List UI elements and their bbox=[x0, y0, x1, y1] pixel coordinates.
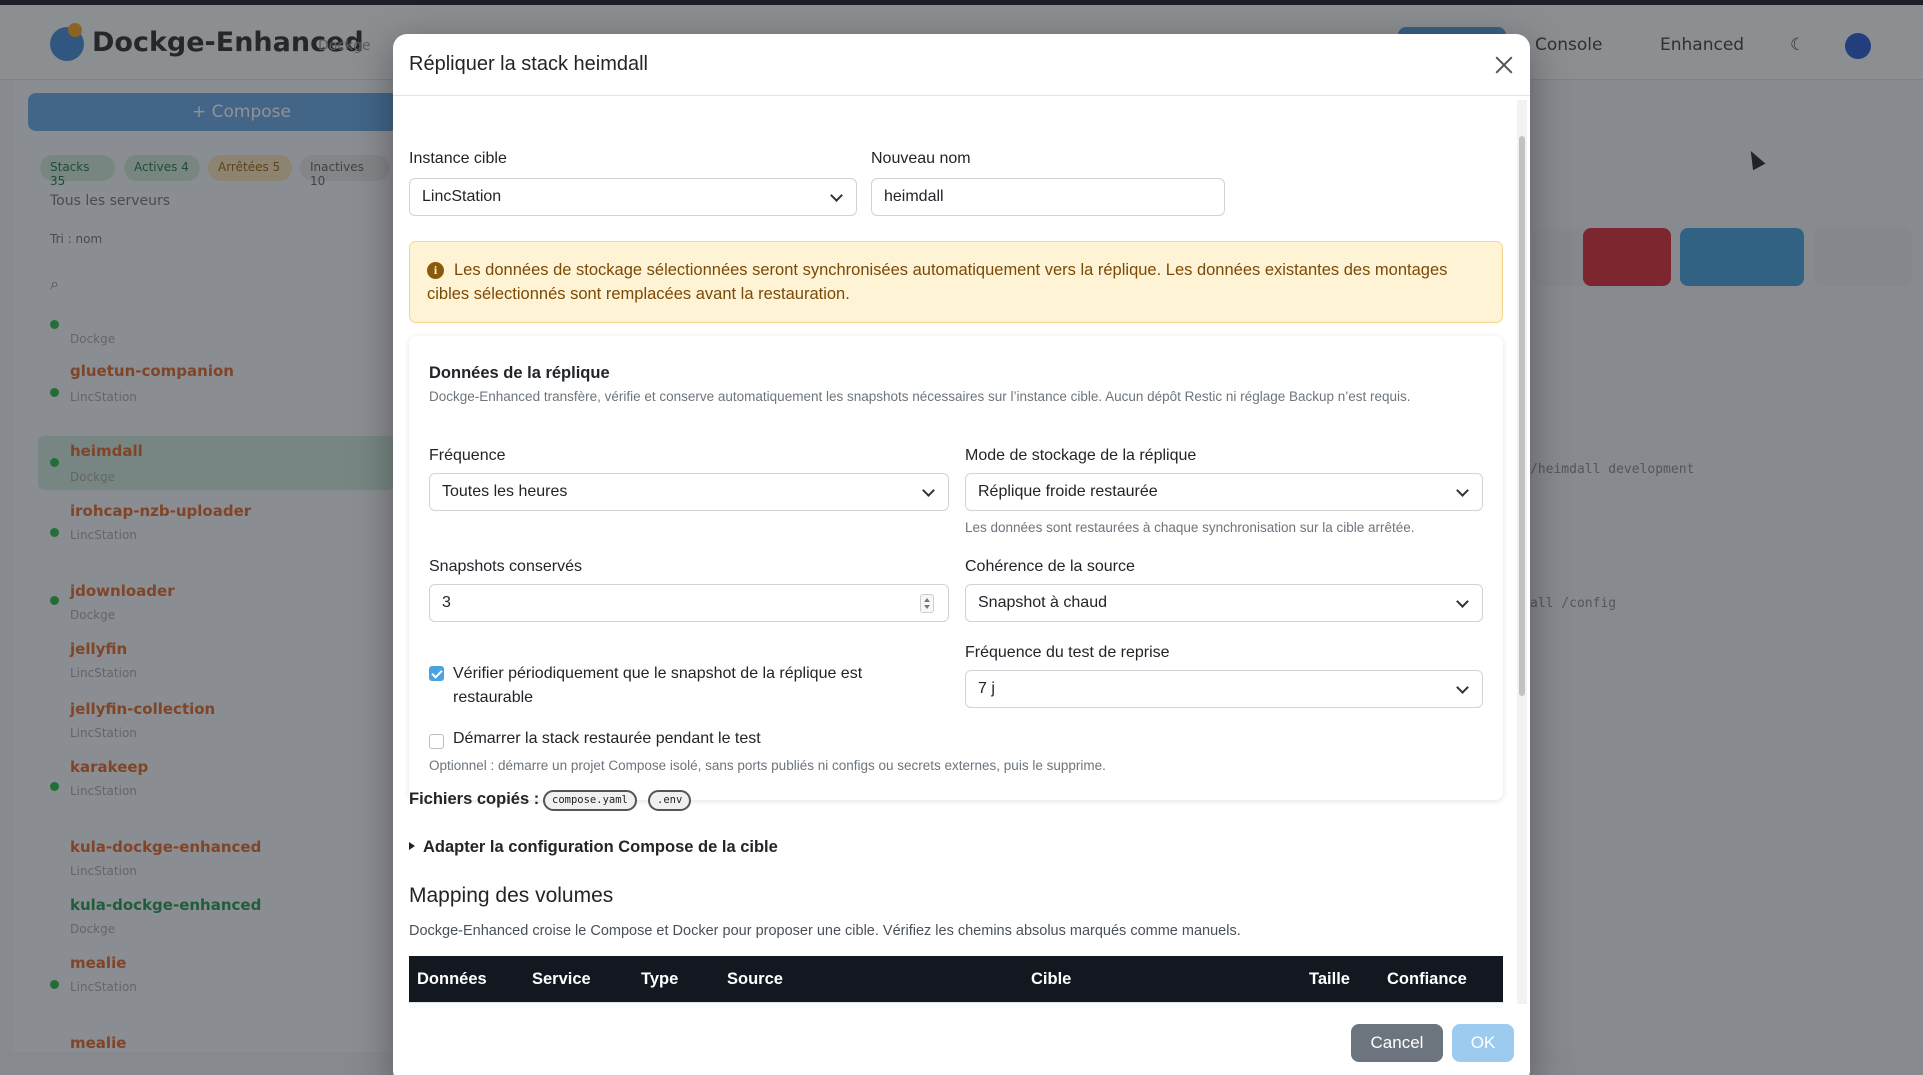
file-pill-compose: compose.yaml bbox=[543, 790, 637, 811]
column-header-confidence[interactable]: Confiance bbox=[1387, 970, 1467, 989]
new-name-value: heimdall bbox=[884, 188, 944, 205]
disclosure-triangle-icon bbox=[409, 842, 415, 850]
test-frequency-value: 7 j bbox=[978, 680, 995, 697]
dialog-footer: Cancel OK bbox=[393, 1008, 1530, 1075]
replicate-stack-dialog: Répliquer la stack heimdall Instance cib… bbox=[393, 34, 1530, 1075]
chevron-down-icon bbox=[1456, 484, 1469, 497]
column-header-size[interactable]: Taille bbox=[1309, 970, 1350, 989]
column-header-source[interactable]: Source bbox=[727, 970, 783, 989]
target-instance-select[interactable]: LincStation bbox=[409, 178, 857, 216]
column-header-service[interactable]: Service bbox=[532, 970, 591, 989]
target-instance-label: Instance cible bbox=[409, 150, 507, 167]
storage-mode-value: Réplique froide restaurée bbox=[978, 483, 1158, 500]
dialog-scrollbar[interactable] bbox=[1517, 100, 1527, 1004]
warning-alert-text: Les données de stockage sélectionnées se… bbox=[427, 261, 1448, 303]
chevron-down-icon bbox=[1456, 595, 1469, 608]
storage-mode-select[interactable]: Réplique froide restaurée bbox=[965, 473, 1483, 511]
frequency-label: Fréquence bbox=[429, 447, 506, 464]
storage-mode-hint: Les données sont restaurées à chaque syn… bbox=[965, 520, 1415, 535]
storage-mode-label: Mode de stockage de la réplique bbox=[965, 447, 1197, 464]
dialog-title: Répliquer la stack heimdall bbox=[409, 53, 649, 75]
chevron-down-icon bbox=[830, 189, 843, 202]
column-header-target[interactable]: Cible bbox=[1031, 970, 1071, 989]
new-name-label: Nouveau nom bbox=[871, 150, 971, 167]
frequency-select[interactable]: Toutes les heures bbox=[429, 473, 949, 511]
cancel-button[interactable]: Cancel bbox=[1351, 1024, 1443, 1062]
coherence-select[interactable]: Snapshot à chaud bbox=[965, 584, 1483, 622]
chevron-down-icon bbox=[922, 484, 935, 497]
column-header-type[interactable]: Type bbox=[641, 970, 678, 989]
new-name-input[interactable]: heimdall bbox=[871, 178, 1225, 216]
file-pill-env: .env bbox=[648, 790, 692, 811]
snapshots-input[interactable]: 3 bbox=[429, 584, 949, 622]
coherence-label: Cohérence de la source bbox=[965, 558, 1135, 575]
coherence-value: Snapshot à chaud bbox=[978, 594, 1107, 611]
test-frequency-select[interactable]: 7 j bbox=[965, 670, 1483, 708]
replica-data-title: Données de la réplique bbox=[429, 364, 610, 382]
start-stack-checkbox[interactable] bbox=[429, 734, 444, 749]
close-icon[interactable] bbox=[1491, 52, 1517, 78]
warning-alert: i Les données de stockage sélectionnées … bbox=[409, 241, 1503, 323]
chevron-down-icon bbox=[1456, 681, 1469, 694]
test-frequency-label: Fréquence du test de reprise bbox=[965, 644, 1170, 661]
scrollbar-thumb[interactable] bbox=[1519, 136, 1525, 696]
volume-mapping-hint: Dockge-Enhanced croise le Compose et Doc… bbox=[409, 923, 1241, 939]
dialog-header: Répliquer la stack heimdall bbox=[393, 34, 1530, 96]
number-stepper-icon[interactable] bbox=[920, 594, 934, 613]
verify-checkbox-label[interactable]: Vérifier périodiquement que le snapshot … bbox=[453, 662, 923, 710]
replica-data-description: Dockge-Enhanced transfère, vérifie et co… bbox=[429, 389, 1411, 404]
snapshots-label: Snapshots conservés bbox=[429, 558, 582, 575]
adapt-compose-label: Adapter la configuration Compose de la c… bbox=[423, 838, 778, 856]
verify-checkbox[interactable] bbox=[429, 666, 444, 681]
target-instance-value: LincStation bbox=[422, 188, 502, 205]
frequency-value: Toutes les heures bbox=[442, 483, 568, 500]
replica-data-card: Données de la réplique Dockge-Enhanced t… bbox=[409, 336, 1503, 800]
volume-table-header: Données Service Type Source Cible Taille… bbox=[409, 956, 1503, 1002]
volume-mapping-title: Mapping des volumes bbox=[409, 884, 614, 907]
snapshots-value: 3 bbox=[442, 594, 451, 611]
optional-hint: Optionnel : démarre un projet Compose is… bbox=[429, 758, 1106, 773]
dialog-body: Instance cible LincStation Nouveau nom h… bbox=[393, 96, 1515, 1008]
copied-files-label: Fichiers copiés : bbox=[409, 790, 540, 808]
ok-button[interactable]: OK bbox=[1452, 1024, 1514, 1062]
adapt-compose-toggle[interactable]: Adapter la configuration Compose de la c… bbox=[409, 838, 778, 857]
start-stack-checkbox-label[interactable]: Démarrer la stack restaurée pendant le t… bbox=[453, 730, 761, 748]
column-header-data[interactable]: Données bbox=[417, 970, 487, 989]
